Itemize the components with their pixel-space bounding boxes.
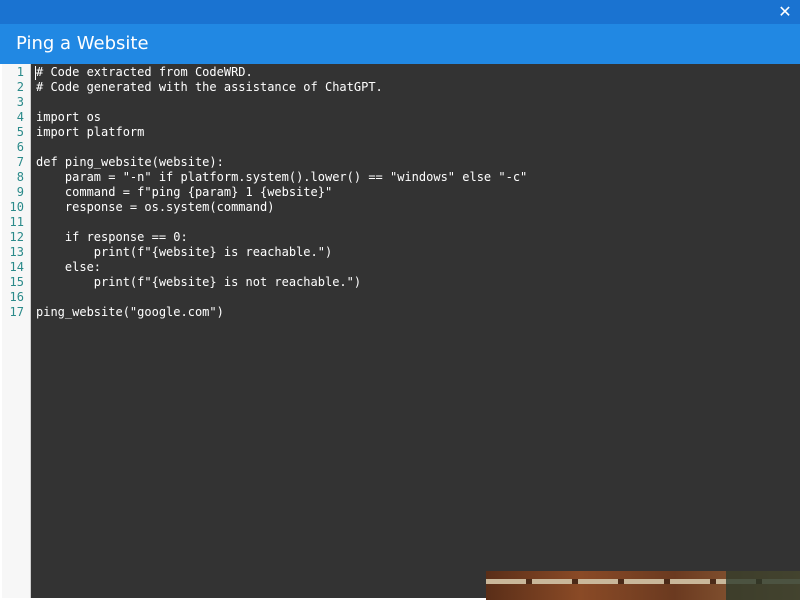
window-top-bar: ✕ xyxy=(0,0,800,24)
line-number: 1 xyxy=(16,65,24,79)
text-cursor xyxy=(35,66,36,80)
line-number: 9 xyxy=(16,185,24,199)
line-number: 13 xyxy=(9,245,24,259)
code-editor[interactable]: 1 2 3 4 5 6 7 8 9 10 11 12 13 14 15 16 17 # Code extract… xyxy=(2,64,800,598)
code-line[interactable]: print(f"{website} is reachable.") xyxy=(36,245,527,260)
line-number: 15 xyxy=(9,275,24,289)
line-number: 6 xyxy=(16,140,24,154)
code-line[interactable]: command = f"ping {param} 1 {website}" xyxy=(36,185,527,200)
line-number: 12 xyxy=(9,230,24,244)
dialog-title: Ping a Website xyxy=(16,33,149,54)
background-photo-fragment xyxy=(486,571,800,600)
code-line[interactable] xyxy=(36,140,527,155)
line-number: 5 xyxy=(16,125,24,139)
line-number: 3 xyxy=(16,95,24,109)
code-line[interactable]: else: xyxy=(36,260,527,275)
code-line[interactable] xyxy=(36,95,527,110)
line-number: 7 xyxy=(16,155,24,169)
line-number: 8 xyxy=(16,170,24,184)
line-numbers: 1 2 3 4 5 6 7 8 9 10 11 12 13 14 15 16 17 xyxy=(2,65,24,320)
code-line[interactable] xyxy=(36,215,527,230)
code-line[interactable]: import os xyxy=(36,110,527,125)
code-line[interactable]: # Code extracted from CodeWRD. xyxy=(36,65,527,80)
line-number: 11 xyxy=(9,215,24,229)
line-number: 17 xyxy=(9,305,24,319)
code-line[interactable]: param = "-n" if platform.system().lower(… xyxy=(36,170,527,185)
code-line[interactable]: import platform xyxy=(36,125,527,140)
line-number: 14 xyxy=(9,260,24,274)
line-number: 10 xyxy=(9,200,24,214)
line-number: 16 xyxy=(9,290,24,304)
code-line[interactable] xyxy=(36,290,527,305)
line-number: 2 xyxy=(16,80,24,94)
close-icon[interactable]: ✕ xyxy=(776,2,794,22)
code-line[interactable]: # Code generated with the assistance of … xyxy=(36,80,527,95)
line-number: 4 xyxy=(16,110,24,124)
dialog-title-bar: Ping a Website xyxy=(0,24,800,64)
code-line[interactable]: if response == 0: xyxy=(36,230,527,245)
code-line[interactable]: response = os.system(command) xyxy=(36,200,527,215)
code-line[interactable]: def ping_website(website): xyxy=(36,155,527,170)
ping-website-dialog: ✕ Ping a Website 1 2 3 4 5 6 7 8 9 10 11 12 13 14 15 16… xyxy=(0,0,800,600)
code-line[interactable]: ping_website("google.com") xyxy=(36,305,527,320)
code-line[interactable]: print(f"{website} is not reachable.") xyxy=(36,275,527,290)
line-number-gutter: 1 2 3 4 5 6 7 8 9 10 11 12 13 14 15 16 17 xyxy=(2,64,31,598)
code-lines[interactable]: # Code extracted from CodeWRD. # Code gen… xyxy=(36,65,527,320)
